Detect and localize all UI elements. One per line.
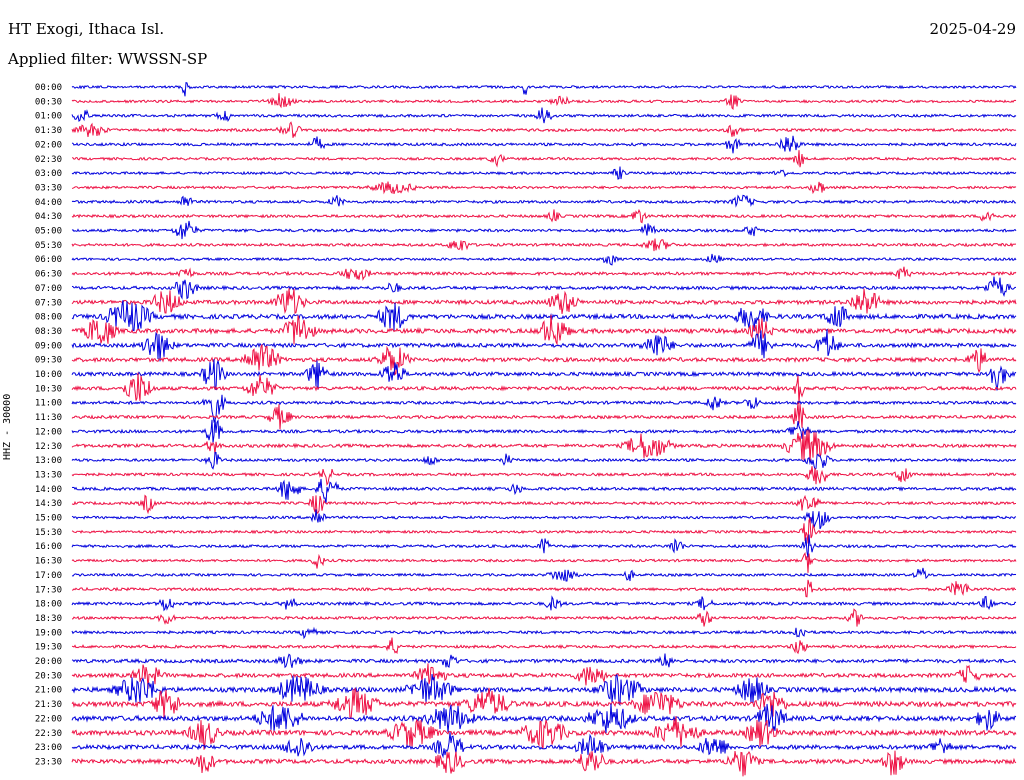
trace-row <box>71 466 1017 487</box>
trace-row <box>71 93 1017 111</box>
trace-row <box>71 208 1017 224</box>
trace-row <box>71 238 1016 252</box>
trace-row <box>71 220 1017 240</box>
time-tick-label: 21:00 <box>35 686 62 696</box>
time-tick-label: 01:00 <box>35 112 62 122</box>
time-tick-label: 02:00 <box>35 140 62 150</box>
time-tick-label: 08:30 <box>35 327 62 337</box>
trace-row <box>71 451 1016 471</box>
time-tick-label: 19:30 <box>35 643 62 653</box>
time-tick-label: 11:00 <box>35 399 62 409</box>
trace-row <box>71 166 1017 180</box>
trace-row <box>71 579 1017 598</box>
trace-row <box>71 516 1017 544</box>
time-tick-label: 09:30 <box>35 356 62 366</box>
time-tick-label: 22:30 <box>35 729 62 739</box>
time-tick-label: 13:30 <box>35 470 62 480</box>
time-tick-label: 22:00 <box>35 714 62 724</box>
trace-row <box>71 637 1017 655</box>
time-tick-label: 09:00 <box>35 341 62 351</box>
trace-row <box>71 567 1017 582</box>
trace-row <box>71 266 1017 281</box>
trace-row <box>71 534 1017 558</box>
helicorder-plot: 00:00 00:30 01:00 01:30 02:00 02:30 03:00 03:30… <box>35 81 1017 777</box>
time-tick-label: 19:00 <box>35 628 62 638</box>
time-tick-label: 11:30 <box>35 413 62 423</box>
trace-row <box>71 288 1017 315</box>
time-tick-label: 04:00 <box>35 198 62 208</box>
time-tick-label: 10:00 <box>35 370 62 380</box>
trace-row <box>71 750 1017 777</box>
time-tick-label: 10:30 <box>35 384 62 394</box>
trace-row <box>71 608 1017 627</box>
time-tick-label: 16:00 <box>35 542 62 552</box>
time-tick-label: 04:30 <box>35 212 62 222</box>
trace-row <box>71 81 1017 97</box>
time-tick-label: 14:00 <box>35 485 62 495</box>
trace-row <box>71 509 1017 530</box>
trace-row <box>71 328 1017 362</box>
trace-row <box>71 181 1017 195</box>
time-tick-label: 20:00 <box>35 657 62 667</box>
trace-row <box>71 121 1017 138</box>
trace-row <box>71 552 1017 573</box>
trace-row <box>71 687 1017 720</box>
time-tick-label: 16:30 <box>35 557 62 567</box>
trace-row <box>71 150 1017 168</box>
trace-row <box>71 359 1017 391</box>
time-tick-label: 08:00 <box>35 313 62 323</box>
trace-row <box>71 372 1017 405</box>
time-tick-label: 01:30 <box>35 126 62 136</box>
time-tick-label: 17:00 <box>35 571 62 581</box>
trace-row <box>71 402 1017 430</box>
time-tick-label: 05:00 <box>35 227 62 237</box>
time-tick-label: 05:30 <box>35 241 62 251</box>
time-tick-label: 03:00 <box>35 169 62 179</box>
trace-row <box>71 253 1017 266</box>
trace-row <box>71 715 1017 750</box>
time-tick-label: 00:30 <box>35 97 62 107</box>
time-tick-label: 15:30 <box>35 528 62 538</box>
time-tick-label: 07:30 <box>35 298 62 308</box>
time-tick-label: 12:30 <box>35 442 62 452</box>
trace-row <box>71 135 1017 154</box>
trace-row <box>71 653 1017 669</box>
trace-row <box>71 194 1017 208</box>
trace-row <box>71 663 1017 690</box>
trace-row <box>71 314 1017 346</box>
trace-row <box>71 673 1017 706</box>
time-tick-label: 21:30 <box>35 700 62 710</box>
time-tick-label: 14:30 <box>35 499 62 509</box>
trace-row <box>71 478 1017 504</box>
time-tick-label: 02:30 <box>35 155 62 165</box>
time-tick-label: 06:30 <box>35 270 62 280</box>
time-tick-label: 06:00 <box>35 255 62 265</box>
trace-row <box>71 595 1017 612</box>
time-tick-label: 07:00 <box>35 284 62 294</box>
time-tick-label: 15:00 <box>35 514 62 524</box>
time-tick-label: 13:00 <box>35 456 62 466</box>
trace-row <box>71 626 1017 640</box>
time-tick-label: 00:00 <box>35 83 62 93</box>
trace-row <box>71 107 1017 124</box>
time-tick-label: 17:30 <box>35 585 62 595</box>
time-tick-label: 23:30 <box>35 757 62 767</box>
time-tick-label: 12:00 <box>35 427 62 437</box>
trace-row <box>71 276 1016 300</box>
trace-row <box>71 494 1016 515</box>
time-tick-label: 23:00 <box>35 743 62 753</box>
time-tick-label: 18:30 <box>35 614 62 624</box>
time-tick-label: 03:30 <box>35 183 62 193</box>
time-tick-label: 18:00 <box>35 600 62 610</box>
time-tick-label: 20:30 <box>35 671 62 681</box>
